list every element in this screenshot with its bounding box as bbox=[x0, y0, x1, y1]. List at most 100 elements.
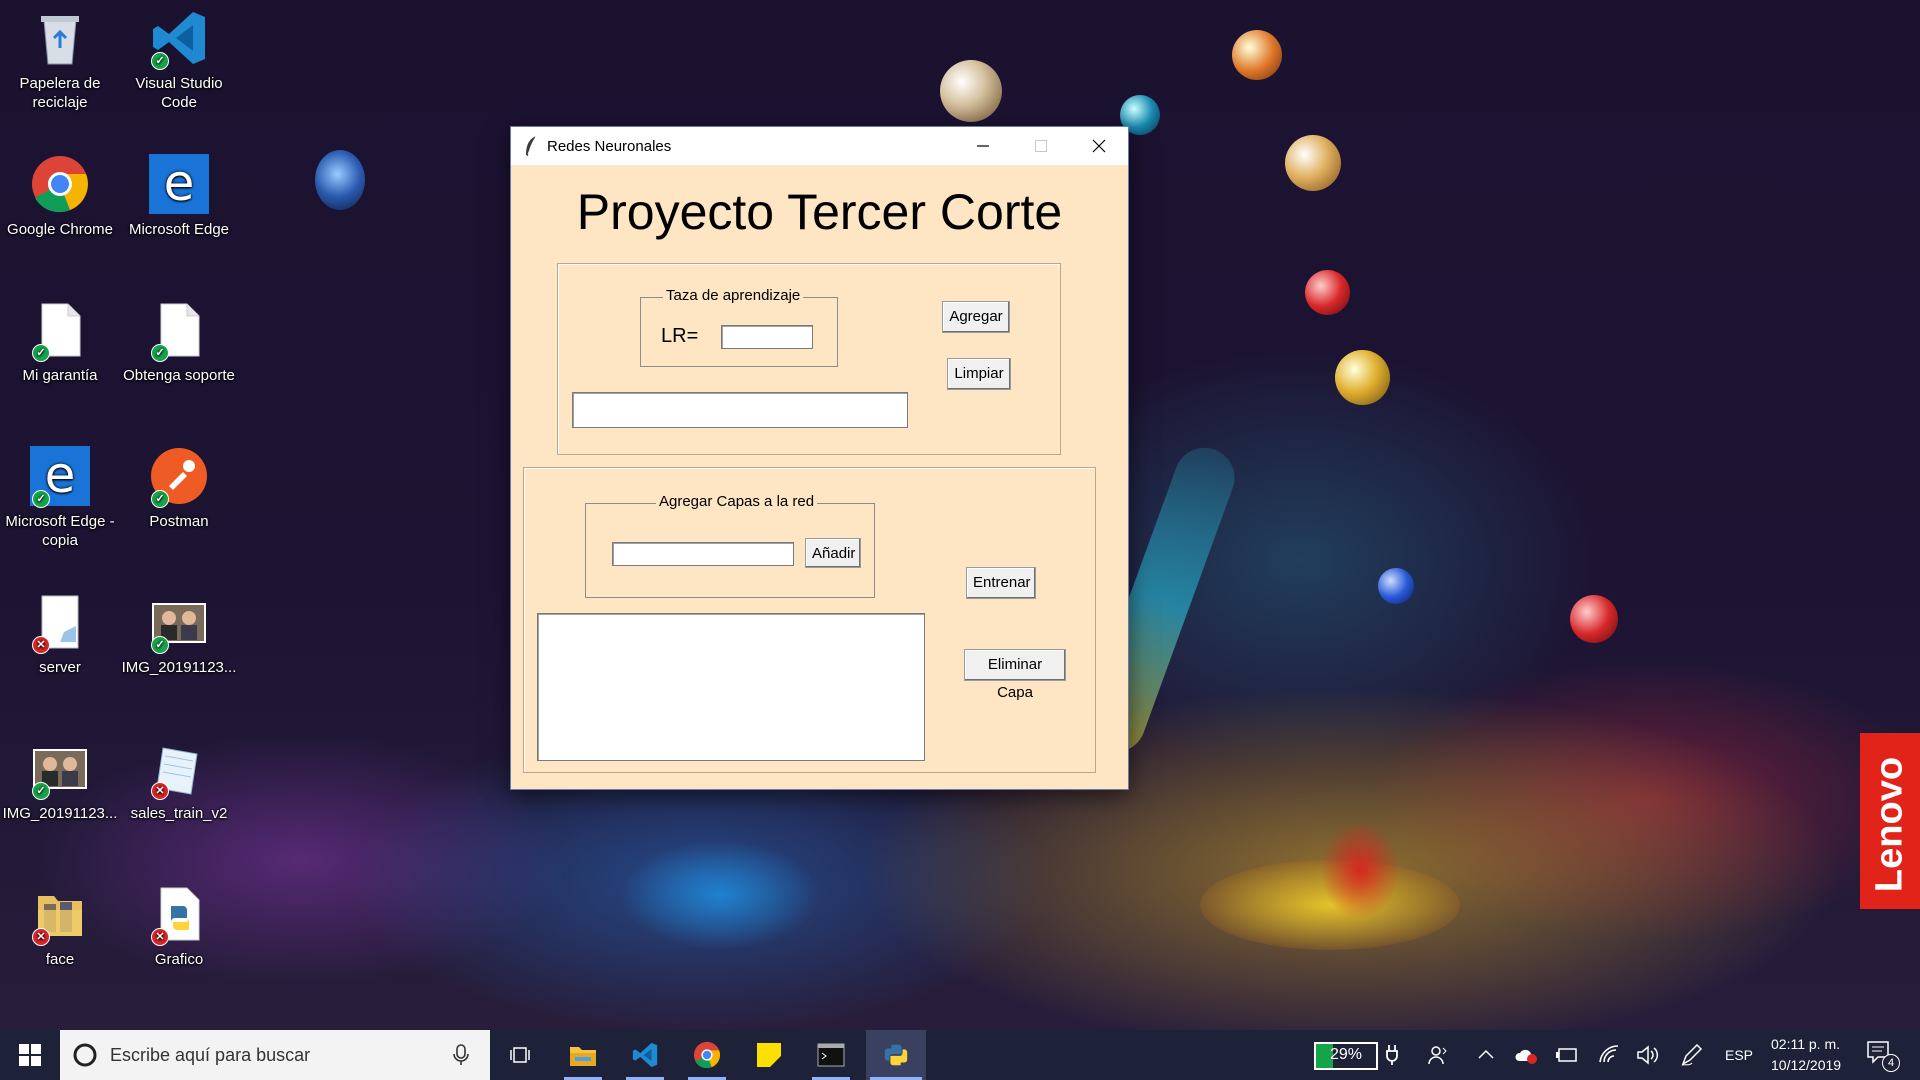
train-button[interactable]: Entrenar bbox=[966, 567, 1036, 599]
chevron-up-icon[interactable] bbox=[1478, 1048, 1494, 1060]
taskbar-search[interactable]: Escribe aquí para buscar bbox=[60, 1030, 490, 1080]
desktop-icon-vscode[interactable]: ✓ Visual Studio Code bbox=[121, 8, 237, 112]
desktop-icon-chrome[interactable]: Google Chrome bbox=[2, 154, 118, 239]
folder-icon bbox=[570, 1047, 596, 1066]
microphone-icon[interactable] bbox=[453, 1044, 469, 1066]
desktop-icon-grafico[interactable]: ✕ Grafico bbox=[121, 884, 237, 969]
sync-ok-icon: ✓ bbox=[32, 344, 50, 362]
desktop-icon-label: Papelera de reciclaje bbox=[19, 75, 101, 111]
task-view-button[interactable] bbox=[500, 1030, 540, 1080]
tk-feather-icon bbox=[526, 135, 537, 156]
taskbar-vscode[interactable] bbox=[620, 1030, 670, 1080]
layers-listbox[interactable] bbox=[537, 613, 925, 761]
volume-icon[interactable] bbox=[1636, 1045, 1660, 1065]
svg-text:e: e bbox=[164, 154, 195, 212]
desktop-icon-recycle-bin[interactable]: Papelera de reciclaje bbox=[2, 8, 118, 112]
desktop-icon-label: Mi garantía bbox=[22, 367, 98, 384]
sticky-notes-icon bbox=[757, 1043, 781, 1067]
device-icon[interactable] bbox=[1556, 1047, 1578, 1063]
pen-icon[interactable] bbox=[1680, 1044, 1704, 1066]
desktop-icon-img-2[interactable]: ✓ IMG_20191123... bbox=[2, 738, 118, 823]
clock-date[interactable]: 10/12/2019 bbox=[1771, 1057, 1841, 1073]
desktop-icon-label: Grafico bbox=[154, 951, 204, 968]
desktop-icon-support[interactable]: ✓ Obtenga soporte bbox=[121, 300, 237, 385]
learning-rate-group: Taza de aprendizaje LR= bbox=[640, 287, 838, 367]
desktop-icon-label: server bbox=[39, 659, 81, 676]
sync-error-icon: ✕ bbox=[151, 928, 169, 946]
add-layers-group-label: Agregar Capas a la red bbox=[656, 493, 818, 510]
desktop-icon-img-1[interactable]: ✓ IMG_20191123... bbox=[121, 592, 237, 677]
chrome-icon bbox=[693, 1041, 721, 1069]
start-button[interactable] bbox=[0, 1030, 60, 1080]
lenovo-tag: Lenovo bbox=[1860, 733, 1920, 909]
cortana-icon bbox=[73, 1043, 97, 1067]
postman-icon: ✓ bbox=[149, 446, 209, 508]
desktop-icon-postman[interactable]: ✓ Postman bbox=[121, 446, 237, 531]
search-placeholder: Escribe aquí para buscar bbox=[110, 1045, 311, 1065]
sync-ok-icon: ✓ bbox=[151, 490, 169, 508]
notepad-icon: ✕ bbox=[149, 738, 209, 800]
wifi-icon[interactable] bbox=[1598, 1044, 1620, 1064]
vscode-icon bbox=[632, 1042, 658, 1068]
onedrive-error-icon[interactable] bbox=[1514, 1045, 1538, 1065]
delete-layer-button[interactable]: Eliminar Capa bbox=[964, 649, 1066, 701]
close-button[interactable] bbox=[1070, 127, 1128, 165]
language-indicator[interactable]: ESP bbox=[1725, 1047, 1753, 1063]
taskbar-terminal[interactable] bbox=[806, 1030, 856, 1080]
text-file-icon: ✕ bbox=[30, 592, 90, 654]
taskbar: Escribe aquí para buscar 29% ESP 02:11 p… bbox=[0, 1030, 1920, 1080]
taskbar-sticky-notes[interactable] bbox=[744, 1030, 794, 1080]
lr-input[interactable] bbox=[721, 325, 813, 349]
desktop-icon-label: sales_train_v2 bbox=[130, 805, 228, 822]
add-layer-button[interactable]: Añadir bbox=[805, 538, 861, 568]
desktop-icon-warranty[interactable]: ✓ Mi garantía bbox=[2, 300, 118, 385]
add-lr-button[interactable]: Agregar bbox=[942, 301, 1010, 333]
layers-frame: Agregar Capas a la red Añadir Entrenar E… bbox=[523, 467, 1096, 773]
sync-ok-icon: ✓ bbox=[151, 636, 169, 654]
desktop-icon-server[interactable]: ✕ server bbox=[2, 592, 118, 677]
sync-error-icon: ✕ bbox=[32, 928, 50, 946]
document-icon: ✓ bbox=[30, 300, 90, 362]
photo-icon: ✓ bbox=[30, 738, 90, 800]
power-plug-icon bbox=[1386, 1045, 1398, 1065]
battery-percent: 29% bbox=[1329, 1046, 1363, 1063]
add-layers-group: Agregar Capas a la red Añadir bbox=[585, 493, 875, 598]
python-file-icon: ✕ bbox=[149, 884, 209, 946]
battery-indicator[interactable]: 29% bbox=[1314, 1042, 1378, 1070]
desktop-icon-edge-copy[interactable]: e ✓ Microsoft Edge - copia bbox=[2, 446, 118, 550]
sync-ok-icon: ✓ bbox=[151, 344, 169, 362]
window-titlebar[interactable]: Redes Neuronales bbox=[511, 127, 1128, 165]
terminal-icon bbox=[817, 1043, 845, 1067]
notification-count: 4 bbox=[1882, 1054, 1900, 1072]
desktop-icon-label: IMG_20191123... bbox=[121, 659, 237, 676]
lenovo-text: Lenovo bbox=[1868, 756, 1911, 893]
lr-label: LR= bbox=[661, 325, 699, 347]
maximize-button bbox=[1012, 127, 1070, 165]
recycle-bin-icon bbox=[30, 8, 90, 68]
desktop-icon-label: face bbox=[45, 951, 75, 968]
folder-icon: ✕ bbox=[30, 884, 90, 946]
people-icon[interactable] bbox=[1427, 1044, 1449, 1066]
clock-time[interactable]: 02:11 p. m. bbox=[1771, 1036, 1840, 1052]
layer-input[interactable] bbox=[612, 542, 794, 566]
desktop-icon-face[interactable]: ✕ face bbox=[2, 884, 118, 969]
page-title: Proyecto Tercer Corte bbox=[576, 184, 1063, 240]
desktop-icon-edge[interactable]: e Microsoft Edge bbox=[121, 154, 237, 239]
edge-icon: e ✓ bbox=[30, 446, 90, 508]
python-icon bbox=[884, 1044, 908, 1066]
desktop-icon-label: Microsoft Edge - copia bbox=[5, 513, 115, 549]
app-window: Redes Neuronales Proyecto Tercer Corte T… bbox=[510, 126, 1129, 790]
desktop-icon-label: Microsoft Edge bbox=[128, 221, 230, 238]
action-center-button[interactable]: 4 bbox=[1866, 1040, 1900, 1072]
taskbar-chrome[interactable] bbox=[682, 1030, 732, 1080]
document-icon: ✓ bbox=[149, 300, 209, 362]
desktop-icon-label: Obtenga soporte bbox=[123, 367, 235, 384]
chrome-icon bbox=[30, 154, 90, 214]
minimize-button[interactable] bbox=[954, 127, 1012, 165]
clear-button[interactable]: Limpiar bbox=[947, 358, 1011, 390]
desktop-icon-sales-train[interactable]: ✕ sales_train_v2 bbox=[121, 738, 237, 823]
taskbar-file-explorer[interactable] bbox=[558, 1030, 608, 1080]
sync-error-icon: ✕ bbox=[151, 782, 169, 800]
lr-output-field[interactable] bbox=[572, 392, 908, 428]
taskbar-python[interactable] bbox=[866, 1030, 926, 1080]
